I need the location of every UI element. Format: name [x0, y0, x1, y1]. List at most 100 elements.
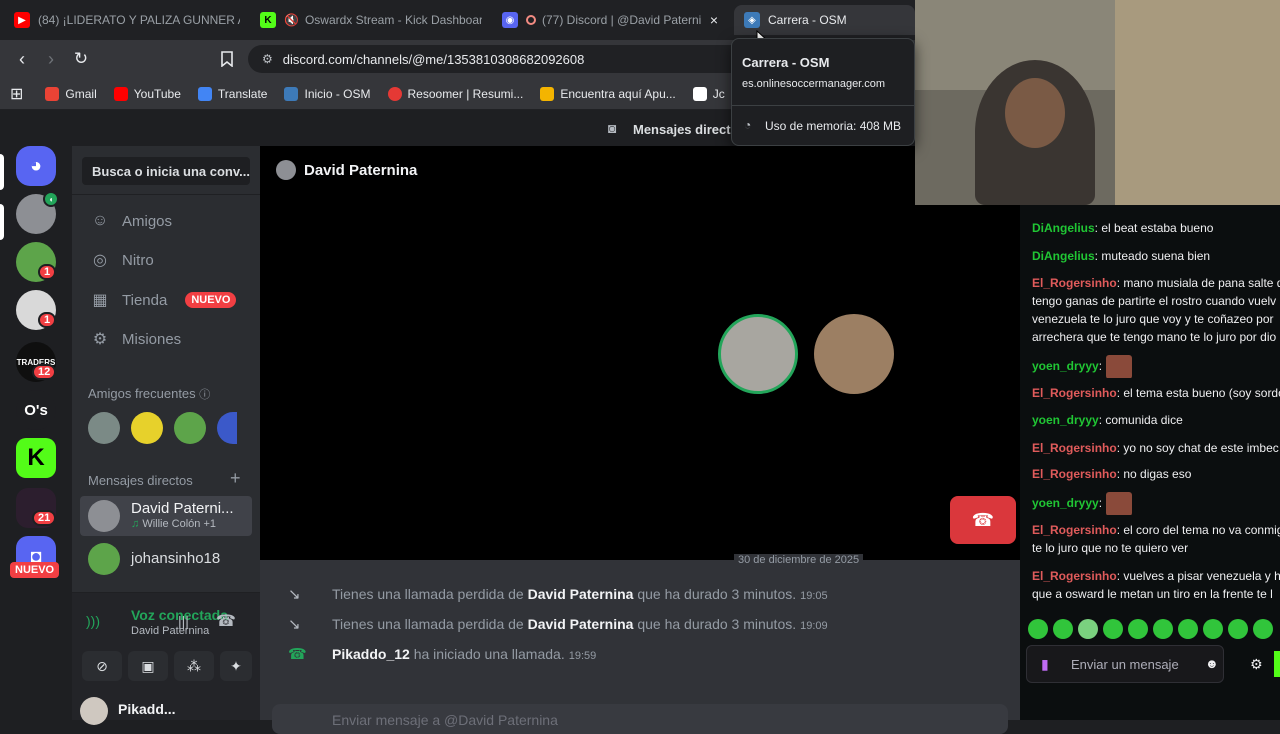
voice-panel: ))) Voz conectada David Paternina ||| ☎ …	[72, 592, 260, 725]
emote-icon[interactable]	[1228, 619, 1248, 639]
divider	[72, 194, 260, 195]
emote-icon[interactable]	[1153, 619, 1173, 639]
add-dm-icon[interactable]: +	[230, 468, 241, 489]
bookmark-resoomer[interactable]: Resoomer | Resumi...	[387, 86, 523, 101]
chat-line: El_Rogersinho: el coro del tema no va co…	[1032, 523, 1280, 537]
server-os[interactable]: O's	[16, 390, 56, 430]
participant-avatar[interactable]	[814, 314, 894, 394]
gmail-icon	[45, 86, 60, 101]
tab-discord[interactable]: ◉ (77) Discord | @David Paterni ×	[492, 5, 728, 35]
dm-avatar[interactable]: ◖	[16, 191, 59, 234]
chat-line: El_Rogersinho: no digas eso	[1032, 467, 1192, 481]
tab-kick[interactable]: K 🔇 Oswardx Stream - Kick Dashboard	[250, 5, 482, 35]
shop-icon: ▦	[92, 292, 108, 309]
bookmark-apuntes[interactable]: Encuentra aquí Apu...	[540, 86, 676, 101]
chat-line: yoen_dryyy:	[1032, 491, 1280, 515]
bookmark-youtube[interactable]: YouTube	[113, 86, 181, 101]
youtube-icon	[113, 86, 128, 101]
emote-bar	[1028, 619, 1280, 641]
server-white[interactable]: 1	[16, 290, 57, 330]
resoomer-icon	[387, 86, 402, 101]
emote-icon[interactable]	[1128, 619, 1148, 639]
emote-icon[interactable]	[1178, 619, 1198, 639]
bookmark-osm[interactable]: Inicio - OSM	[284, 86, 371, 101]
chat-line: El_Rogersinho: yo no soy chat de este im…	[1032, 441, 1279, 455]
message-list: 30 de diciembre de 2025 ↘ Tienes una lla…	[260, 554, 1020, 734]
tooltip-title: Carrera - OSM	[742, 55, 830, 70]
dm-sidebar: Busca o inicia una conv... ☺ Amigos ◎ Nitr…	[72, 146, 260, 725]
server-toa[interactable]: 1	[16, 242, 57, 282]
selected-indicator	[0, 154, 4, 190]
emote-icon[interactable]	[1053, 619, 1073, 639]
server-red[interactable]: 21	[16, 488, 57, 528]
sidebar-item-friends[interactable]: ☺ Amigos	[80, 202, 252, 240]
friend-avatar[interactable]	[174, 412, 206, 444]
noise-suppression-icon[interactable]: |||	[178, 613, 189, 629]
emote-icon	[1106, 491, 1133, 515]
server-list: ◕ ◖ 1 1 TRADERS 12 O's K 21 ◘ NUEVO	[0, 146, 72, 720]
selected-indicator	[0, 204, 4, 240]
info-icon[interactable]: ⓘ	[199, 389, 210, 401]
chat-line: El_Rogersinho: vuelves a pisar venezuela…	[1032, 569, 1280, 583]
nitro-icon: ◎	[93, 252, 107, 269]
server-kick[interactable]: K	[16, 438, 56, 478]
friend-avatar[interactable]	[131, 412, 163, 444]
signal-icon: )))	[86, 613, 100, 629]
bookmark-gmail[interactable]: Gmail	[45, 86, 97, 101]
memory-icon: ◔	[744, 118, 752, 132]
back-icon[interactable]: ‹	[11, 48, 33, 70]
frequent-friends-header: Amigos frecuentes ⓘ	[88, 386, 211, 401]
dm-item-johansinho[interactable]: johansinho18	[80, 539, 252, 579]
reload-icon[interactable]: ↻	[70, 48, 92, 70]
header-avatar	[276, 160, 296, 180]
tab-label: (77) Discord | @David Paterni	[542, 13, 702, 27]
call-message: ↘ Tienes una llamada perdida de David Pa…	[288, 616, 828, 633]
close-tab-icon[interactable]: ×	[704, 12, 718, 28]
missed-call-icon: ↘	[288, 616, 301, 633]
bookmark-translate[interactable]: Translate	[197, 86, 267, 101]
bookmark-icon[interactable]	[216, 48, 238, 70]
message-input[interactable]: Enviar mensaje a @David Paternina	[272, 704, 1008, 734]
emote-icon	[1106, 354, 1133, 378]
disconnect-icon[interactable]: ☎	[216, 611, 236, 631]
emote-icon[interactable]	[1078, 619, 1098, 639]
server-traders[interactable]: TRADERS 12	[16, 342, 57, 382]
emote-icon[interactable]	[1203, 619, 1223, 639]
dm-item-david[interactable]: David Paterni... ♫ Willie Colón +1	[80, 496, 252, 536]
screen-share-button[interactable]: ▣	[128, 651, 168, 681]
site-info-icon[interactable]: ⚙	[262, 52, 273, 66]
send-button[interactable]	[1274, 651, 1280, 677]
friend-avatar[interactable]	[88, 412, 120, 444]
sidebar-item-nitro[interactable]: ◎ Nitro	[80, 241, 252, 279]
discord-icon: ◉	[502, 12, 518, 28]
discord-home-button[interactable]: ◕	[16, 146, 56, 186]
participant-avatar[interactable]	[718, 314, 798, 394]
emote-icon[interactable]	[1253, 619, 1273, 639]
sidebar-item-quests[interactable]: ⚙ Misiones	[80, 320, 252, 358]
bookmark-jc[interactable]: Jc	[692, 86, 725, 101]
soundboard-button[interactable]: ✦	[220, 651, 252, 681]
emote-icon[interactable]	[1103, 619, 1123, 639]
chat-line: yoen_dryyy:	[1032, 354, 1280, 378]
chat-line: que a osward le metan un tiro en la fren…	[1032, 587, 1273, 601]
tab-youtube[interactable]: ▶ (84) ¡LIDERATO Y PALIZA GUNNER A!	[4, 5, 240, 35]
forward-icon[interactable]: ›	[40, 48, 62, 70]
user-avatar[interactable]	[80, 697, 108, 725]
search-input[interactable]: Busca o inicia una conv...	[82, 157, 250, 185]
activities-button[interactable]: ⁂	[174, 651, 214, 681]
muted-speaker-icon[interactable]: 🔇	[284, 13, 299, 27]
address-text: discord.com/channels/@me/135381030868209…	[282, 51, 585, 67]
camera-off-button[interactable]: ⊘	[82, 651, 122, 681]
hang-up-button[interactable]: ☎	[950, 496, 1016, 544]
voice-icon: ◖	[43, 191, 59, 207]
emoji-icon[interactable]: ☻	[1205, 656, 1219, 671]
badge-icon: ▮	[1041, 656, 1049, 672]
settings-icon[interactable]: ⚙	[1250, 656, 1263, 673]
emote-icon[interactable]	[1028, 619, 1048, 639]
friend-avatar[interactable]	[217, 412, 237, 444]
apps-grid-icon[interactable]: ⊞	[10, 84, 23, 104]
face	[1005, 78, 1065, 148]
youtube-icon: ▶	[14, 12, 30, 28]
chat-input[interactable]: ▮ Enviar un mensaje ☻	[1026, 645, 1224, 683]
sidebar-item-shop[interactable]: ▦ Tienda NUEVO	[80, 281, 252, 319]
